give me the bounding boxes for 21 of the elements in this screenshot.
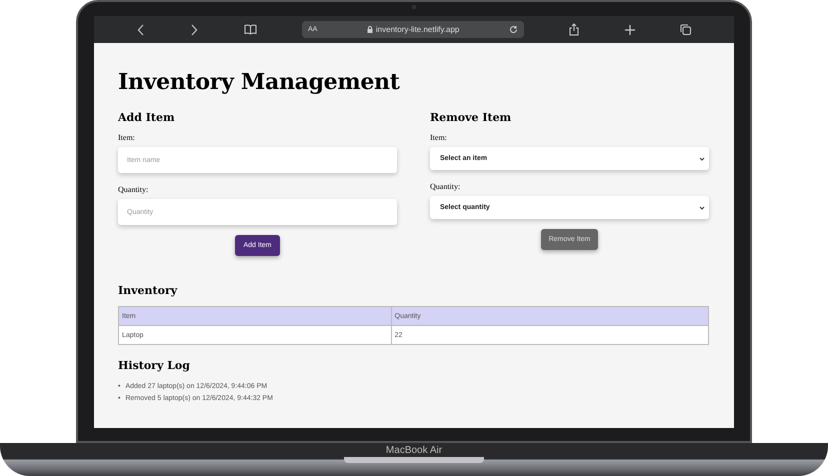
device-label: MacBook Air: [386, 445, 442, 456]
tabs-icon[interactable]: [680, 24, 692, 35]
add-item-heading: Add Item: [118, 111, 175, 124]
back-icon[interactable]: [136, 24, 145, 36]
remove-item-heading: Remove Item: [430, 111, 512, 124]
url-text: inventory-lite.netlify.app: [376, 25, 460, 34]
lock-icon: [366, 26, 373, 33]
chevron-down-icon: [699, 206, 705, 210]
field-label: Item:: [118, 133, 135, 142]
forward-icon[interactable]: [190, 24, 198, 36]
plus-icon[interactable]: [624, 24, 635, 34]
chevron-down-icon: [699, 156, 705, 160]
history-log-heading: History Log: [118, 359, 190, 372]
page-title: Inventory Management: [118, 69, 400, 95]
field-label: Quantity:: [118, 185, 148, 194]
field-label: Quantity:: [430, 182, 460, 191]
book-icon[interactable]: [244, 24, 257, 35]
inventory-heading: Inventory: [118, 284, 178, 297]
reload-icon[interactable]: [508, 25, 518, 34]
share-icon[interactable]: [569, 23, 580, 36]
field-label: Item:: [430, 133, 447, 142]
